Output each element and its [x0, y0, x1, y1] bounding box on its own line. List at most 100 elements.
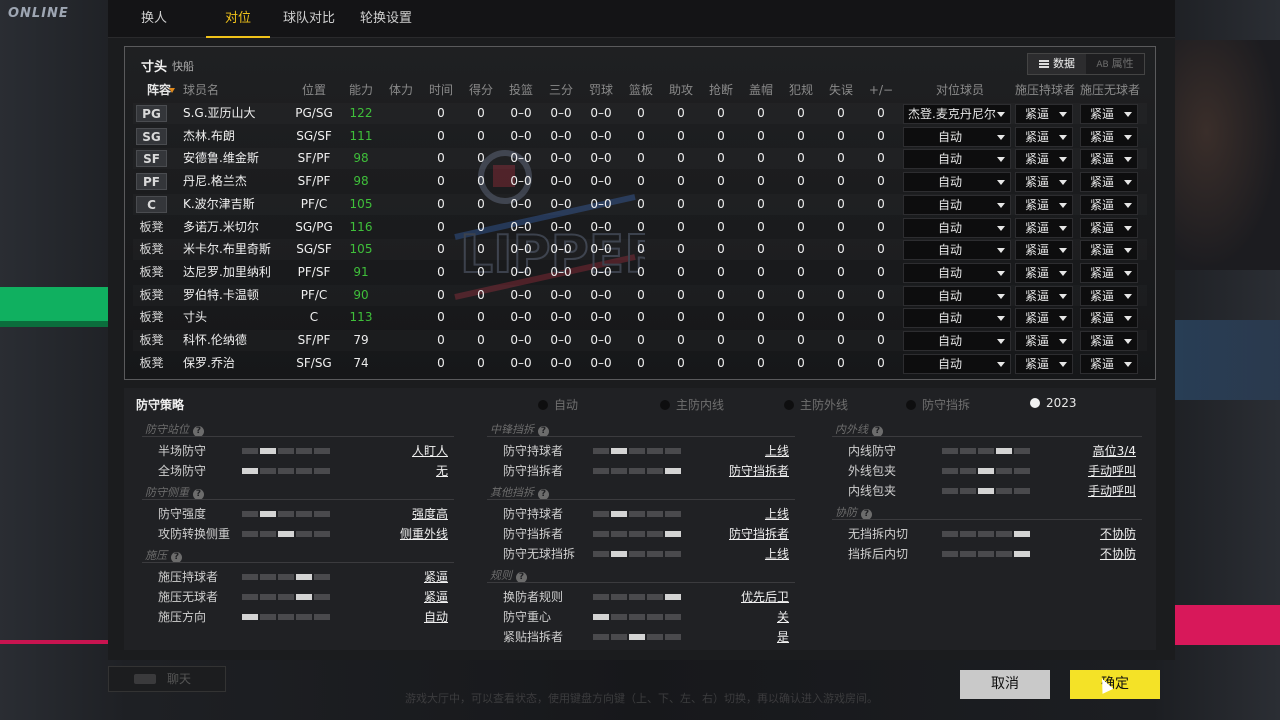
player-row[interactable]: PG S.G.亚历山大 PG/SG 122 0 0 0–0 0–0 0–0 0 0 0 0 0 0 0 杰登.麦… [133, 103, 1147, 124]
tab-team-compare[interactable]: 球队对比 [276, 0, 342, 38]
strategy-setting-row[interactable]: 防守持球者 上线 [503, 442, 789, 460]
attributes-view-button[interactable]: AB 属性 [1086, 54, 1144, 74]
col-steals-header[interactable]: 抢断 [703, 81, 739, 99]
player-name[interactable]: 杰林.布朗 [183, 126, 293, 147]
strategy-setting-row[interactable]: 无挡拆内切 不协防 [848, 525, 1136, 543]
matchup-dropdown[interactable]: 自动 [903, 285, 1011, 306]
col-rebounds-header[interactable]: 篮板 [623, 81, 659, 99]
preset-paint-radio[interactable]: 主防内线 [660, 396, 724, 413]
setting-value-link[interactable]: 无 [436, 462, 448, 480]
matchup-dropdown[interactable]: 杰登.麦克丹尼尔 [903, 104, 1011, 124]
press-ball-dropdown[interactable]: 紧逼 [1015, 126, 1073, 147]
col-blocks-header[interactable]: 盖帽 [743, 81, 779, 99]
strategy-setting-row[interactable]: 攻防转换侧重 侧重外线 [158, 525, 448, 543]
strategy-setting-row[interactable]: 内线防守 高位3/4 [848, 442, 1136, 460]
press-off-ball-dropdown[interactable]: 紧逼 [1080, 308, 1138, 329]
press-off-ball-dropdown[interactable]: 紧逼 [1080, 240, 1138, 261]
col-turnovers-header[interactable]: 失误 [823, 81, 859, 99]
strategy-setting-row[interactable]: 外线包夹 手动呼叫 [848, 462, 1136, 480]
player-row[interactable]: 板凳 科怀.伦纳德 SF/PF 79 0 0 0–0 0–0 0–0 0 0 0 0 0 0 0 自动 紧逼 紧逼 [133, 330, 1147, 351]
col-3pt-header[interactable]: 三分 [543, 81, 579, 99]
setting-value-link[interactable]: 上线 [765, 505, 789, 523]
press-off-ball-dropdown[interactable]: 紧逼 [1080, 172, 1138, 193]
col-rating-header[interactable]: 能力 [343, 81, 379, 99]
chat-button[interactable]: 聊天 [108, 666, 226, 692]
player-row[interactable]: 板凳 寸头 C 113 0 0 0–0 0–0 0–0 0 0 0 0 0 0 0 自动 紧逼 紧逼 [133, 307, 1147, 329]
player-row[interactable]: 板凳 罗伯特.卡温顿 PF/C 90 0 0 0–0 0–0 0–0 0 0 0 0 0 0 0 自动 紧逼 紧逼 [133, 285, 1147, 306]
player-name[interactable]: 米卡尔.布里奇斯 [183, 239, 293, 260]
player-name[interactable]: 安德鲁.维金斯 [183, 148, 293, 169]
strategy-setting-row[interactable]: 防守挡拆者 防守挡拆者 [503, 462, 789, 480]
setting-value-link[interactable]: 手动呼叫 [1088, 482, 1136, 500]
press-ball-dropdown[interactable]: 紧逼 [1015, 353, 1073, 374]
preset-perimeter-radio[interactable]: 主防外线 [784, 396, 848, 413]
player-name[interactable]: 寸头 [183, 307, 293, 328]
data-view-button[interactable]: 数据 [1028, 54, 1086, 74]
setting-value-link[interactable]: 优先后卫 [741, 588, 789, 606]
tab-substitution[interactable]: 换人 [130, 0, 178, 38]
col-fouls-header[interactable]: 犯规 [783, 81, 819, 99]
press-off-ball-dropdown[interactable]: 紧逼 [1080, 126, 1138, 147]
player-row[interactable]: PF 丹尼.格兰杰 SF/PF 98 0 0 0–0 0–0 0–0 0 0 0 0 0 0 0 自动 紧逼 紧逼 [133, 171, 1147, 193]
strategy-setting-row[interactable]: 内线包夹 手动呼叫 [848, 482, 1136, 500]
press-off-ball-dropdown[interactable]: 紧逼 [1080, 331, 1138, 351]
cancel-button[interactable]: 取消 [960, 670, 1050, 699]
preset-custom-2023-radio[interactable]: 2023 [1030, 396, 1077, 410]
setting-value-link[interactable]: 是 [777, 628, 789, 646]
player-row[interactable]: C K.波尔津吉斯 PF/C 105 0 0 0–0 0–0 0–0 0 0 0 0 0 0 0 自动 紧逼 紧逼 [133, 194, 1147, 215]
strategy-setting-row[interactable]: 半场防守 人盯人 [158, 442, 448, 460]
preset-auto-radio[interactable]: 自动 [538, 396, 578, 413]
press-ball-dropdown[interactable]: 紧逼 [1015, 172, 1073, 193]
tab-rotation-settings[interactable]: 轮换设置 [356, 0, 416, 38]
press-off-ball-dropdown[interactable]: 紧逼 [1080, 104, 1138, 124]
press-ball-dropdown[interactable]: 紧逼 [1015, 240, 1073, 261]
press-ball-dropdown[interactable]: 紧逼 [1015, 262, 1073, 283]
player-row[interactable]: 板凳 米卡尔.布里奇斯 SG/SF 105 0 0 0–0 0–0 0–0 0 0 0 0 0 0 0 自动 紧逼… [133, 239, 1147, 261]
setting-value-link[interactable]: 人盯人 [412, 442, 448, 460]
setting-value-link[interactable]: 高位3/4 [1093, 442, 1136, 460]
setting-value-link[interactable]: 不协防 [1100, 525, 1136, 543]
press-ball-dropdown[interactable]: 紧逼 [1015, 285, 1073, 306]
press-ball-dropdown[interactable]: 紧逼 [1015, 194, 1073, 215]
setting-value-link[interactable]: 手动呼叫 [1088, 462, 1136, 480]
setting-value-link[interactable]: 上线 [765, 442, 789, 460]
press-ball-dropdown[interactable]: 紧逼 [1015, 331, 1073, 351]
player-name[interactable]: 保罗.乔治 [183, 353, 293, 374]
matchup-dropdown[interactable]: 自动 [903, 194, 1011, 215]
strategy-setting-row[interactable]: 换防者规则 优先后卫 [503, 588, 789, 606]
player-row[interactable]: 板凳 多诺万.米切尔 SG/PG 116 0 0 0–0 0–0 0–0 0 0 0 0 0 0 0 自动 紧逼 紧… [133, 217, 1147, 238]
strategy-setting-row[interactable]: 施压持球者 紧逼 [158, 568, 448, 586]
strategy-setting-row[interactable]: 防守强度 强度高 [158, 505, 448, 523]
col-ft-header[interactable]: 罚球 [583, 81, 619, 99]
player-name[interactable]: 多诺万.米切尔 [183, 217, 293, 238]
player-row[interactable]: 板凳 保罗.乔治 SF/SG 74 0 0 0–0 0–0 0–0 0 0 0 0 0 0 0 自动 紧逼 紧逼 [133, 353, 1147, 374]
matchup-dropdown[interactable]: 自动 [903, 353, 1011, 374]
strategy-setting-row[interactable]: 紧贴挡拆者 是 [503, 628, 789, 646]
strategy-setting-row[interactable]: 防守持球者 上线 [503, 505, 789, 523]
setting-value-link[interactable]: 紧逼 [424, 568, 448, 586]
setting-value-link[interactable]: 防守挡拆者 [729, 462, 789, 480]
col-fg-header[interactable]: 投篮 [503, 81, 539, 99]
matchup-dropdown[interactable]: 自动 [903, 217, 1011, 238]
player-name[interactable]: 丹尼.格兰杰 [183, 171, 293, 192]
press-off-ball-dropdown[interactable]: 紧逼 [1080, 285, 1138, 306]
setting-value-link[interactable]: 防守挡拆者 [729, 525, 789, 543]
press-off-ball-dropdown[interactable]: 紧逼 [1080, 194, 1138, 215]
press-off-ball-dropdown[interactable]: 紧逼 [1080, 262, 1138, 283]
col-player-name-header[interactable]: 球员名 [183, 81, 283, 99]
matchup-dropdown[interactable]: 自动 [903, 331, 1011, 351]
setting-value-link[interactable]: 关 [777, 608, 789, 626]
confirm-button[interactable]: 确定 [1070, 670, 1160, 699]
press-ball-dropdown[interactable]: 紧逼 [1015, 104, 1073, 124]
matchup-dropdown[interactable]: 自动 [903, 126, 1011, 147]
player-name[interactable]: 科怀.伦纳德 [183, 330, 293, 351]
press-ball-dropdown[interactable]: 紧逼 [1015, 149, 1073, 170]
col-minutes-header[interactable]: 时间 [423, 81, 459, 99]
setting-value-link[interactable]: 侧重外线 [400, 525, 448, 543]
press-off-ball-dropdown[interactable]: 紧逼 [1080, 353, 1138, 374]
player-name[interactable]: S.G.亚历山大 [183, 103, 293, 124]
col-position-header[interactable]: 位置 [292, 81, 336, 99]
matchup-dropdown[interactable]: 自动 [903, 308, 1011, 329]
setting-value-link[interactable]: 强度高 [412, 505, 448, 523]
matchup-dropdown[interactable]: 自动 [903, 240, 1011, 261]
